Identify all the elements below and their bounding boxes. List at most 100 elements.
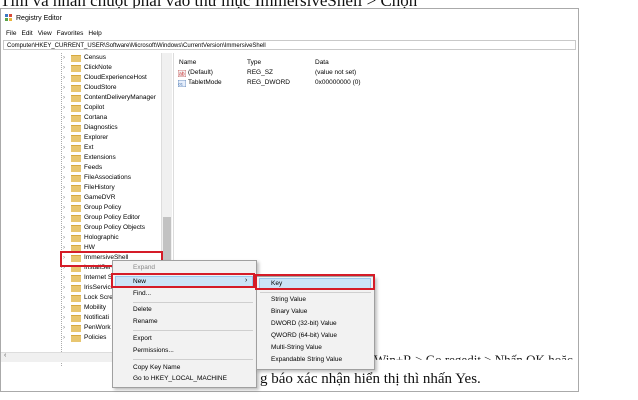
chevron-right-icon[interactable]: › bbox=[63, 233, 65, 243]
tree-item-label: FileHistory bbox=[84, 184, 115, 191]
tree-item-label: Notificati bbox=[84, 314, 109, 321]
chevron-right-icon[interactable]: › bbox=[63, 283, 65, 293]
folder-icon bbox=[71, 145, 81, 152]
chevron-right-icon[interactable]: › bbox=[63, 313, 65, 323]
folder-icon bbox=[71, 285, 81, 292]
tree-item-label: FileAssociations bbox=[84, 174, 131, 181]
folder-icon bbox=[71, 85, 81, 92]
folder-icon bbox=[71, 125, 81, 132]
chevron-right-icon[interactable]: › bbox=[63, 183, 65, 193]
chevron-right-icon[interactable]: › bbox=[63, 143, 65, 153]
submenu-item-binary-value[interactable]: Binary Value bbox=[271, 308, 307, 315]
window-title: Registry Editor bbox=[16, 14, 62, 22]
submenu-item-qword-value[interactable]: QWORD (64-bit) Value bbox=[271, 332, 337, 339]
menu-item-export[interactable]: Export bbox=[133, 335, 152, 342]
folder-icon bbox=[71, 165, 81, 172]
tree-item-label: Diagnostics bbox=[84, 124, 118, 131]
chevron-right-icon[interactable]: › bbox=[63, 223, 65, 233]
submenu-separator bbox=[260, 292, 371, 293]
folder-icon bbox=[71, 105, 81, 112]
chevron-right-icon[interactable]: › bbox=[63, 203, 65, 213]
menu-item-delete[interactable]: Delete bbox=[133, 306, 152, 313]
tree-item-label: ClickNote bbox=[84, 64, 112, 71]
folder-icon bbox=[71, 305, 81, 312]
tree-item-label: CloudExperienceHost bbox=[84, 74, 147, 81]
submenu-item-multistring-value[interactable]: Multi-String Value bbox=[271, 344, 322, 351]
column-data[interactable]: Data bbox=[315, 59, 329, 66]
chevron-right-icon[interactable]: › bbox=[63, 153, 65, 163]
tree-item-label: Extensions bbox=[84, 154, 116, 161]
chevron-right-icon[interactable]: › bbox=[63, 63, 65, 73]
title-bar: Registry Editor bbox=[1, 9, 578, 27]
folder-icon bbox=[71, 175, 81, 182]
chevron-right-icon[interactable]: › bbox=[63, 213, 65, 223]
submenu-item-string-value[interactable]: String Value bbox=[271, 296, 306, 303]
menu-file[interactable]: File bbox=[6, 30, 16, 37]
chevron-right-icon[interactable]: › bbox=[63, 163, 65, 173]
tree-item-label: GameDVR bbox=[84, 194, 116, 201]
svg-text:01: 01 bbox=[179, 82, 184, 87]
submenu-item-dword-value[interactable]: DWORD (32-bit) Value bbox=[271, 320, 337, 327]
chevron-right-icon[interactable]: › bbox=[63, 173, 65, 183]
tree-item-label: IrisService bbox=[84, 284, 115, 291]
menu-item-permissions[interactable]: Permissions... bbox=[133, 347, 174, 354]
value-name: TabletMode bbox=[188, 79, 222, 86]
tree-item-label: Group Policy bbox=[84, 204, 122, 211]
folder-icon bbox=[71, 95, 81, 102]
svg-text:ab: ab bbox=[179, 72, 185, 78]
chevron-right-icon[interactable]: › bbox=[63, 193, 65, 203]
folder-icon bbox=[71, 235, 81, 242]
menu-bar: File Edit View Favorites Help bbox=[1, 27, 578, 39]
chevron-right-icon[interactable]: › bbox=[63, 83, 65, 93]
chevron-right-icon[interactable]: › bbox=[63, 293, 65, 303]
bottom-caption-line-2: g báo xác nhận hiển thị thì nhấn Yes. bbox=[260, 371, 481, 387]
folder-icon bbox=[71, 215, 81, 222]
submenu-item-expandable-string-value[interactable]: Expandable String Value bbox=[271, 356, 342, 363]
tree-item-label: Holographic bbox=[84, 234, 119, 241]
menu-separator bbox=[133, 359, 253, 360]
column-name[interactable]: Name bbox=[179, 59, 196, 66]
chevron-right-icon[interactable]: › bbox=[63, 53, 65, 63]
folder-icon bbox=[71, 75, 81, 82]
value-data: 0x00000000 (0) bbox=[315, 79, 361, 86]
address-bar[interactable]: Computer\HKEY_CURRENT_USER\Software\Micr… bbox=[3, 40, 576, 50]
tree-item-label: Group Policy Editor bbox=[84, 214, 140, 221]
value-data: (value not set) bbox=[315, 69, 357, 76]
folder-icon bbox=[71, 325, 81, 332]
menu-favorites[interactable]: Favorites bbox=[57, 30, 84, 37]
column-type[interactable]: Type bbox=[247, 59, 261, 66]
chevron-right-icon[interactable]: › bbox=[63, 323, 65, 333]
chevron-right-icon[interactable]: › bbox=[63, 303, 65, 313]
folder-icon bbox=[71, 275, 81, 282]
folder-icon bbox=[71, 55, 81, 62]
menu-separator bbox=[133, 330, 253, 331]
chevron-right-icon[interactable]: › bbox=[63, 133, 65, 143]
menu-item-rename[interactable]: Rename bbox=[133, 318, 158, 325]
menu-item-find[interactable]: Find... bbox=[133, 290, 151, 297]
value-type: REG_SZ bbox=[247, 69, 274, 76]
menu-item-expand[interactable]: Expand bbox=[133, 264, 155, 271]
chevron-right-icon[interactable]: › bbox=[63, 273, 65, 283]
chevron-right-icon[interactable]: › bbox=[63, 93, 65, 103]
key-highlight bbox=[255, 274, 375, 290]
chevron-right-icon[interactable]: › bbox=[63, 123, 65, 133]
chevron-right-icon[interactable]: › bbox=[63, 73, 65, 83]
menu-edit[interactable]: Edit bbox=[21, 30, 32, 37]
tree-item-label: Ext bbox=[84, 144, 94, 151]
chevron-right-icon[interactable]: › bbox=[63, 103, 65, 113]
new-submenu: Key String Value Binary Value DWORD (32-… bbox=[256, 276, 375, 370]
menu-help[interactable]: Help bbox=[88, 30, 101, 37]
folder-icon bbox=[71, 205, 81, 212]
chevron-right-icon[interactable]: › bbox=[63, 113, 65, 123]
tree-item-label: Lock Scre bbox=[84, 294, 113, 301]
tree-item-label: Internet S bbox=[84, 274, 113, 281]
menu-item-goto-hklm[interactable]: Go to HKEY_LOCAL_MACHINE bbox=[133, 375, 227, 382]
scroll-left-icon[interactable]: ‹ bbox=[4, 352, 6, 359]
dword-value-icon: 01 bbox=[178, 80, 186, 87]
tree-scroll-thumb[interactable] bbox=[163, 217, 171, 265]
tree-item-label: Census bbox=[84, 54, 107, 61]
menu-view[interactable]: View bbox=[38, 30, 52, 37]
menu-item-copy-key-name[interactable]: Copy Key Name bbox=[133, 364, 180, 371]
chevron-right-icon[interactable]: › bbox=[63, 333, 65, 343]
tree-item-label: Mobility bbox=[84, 304, 107, 311]
